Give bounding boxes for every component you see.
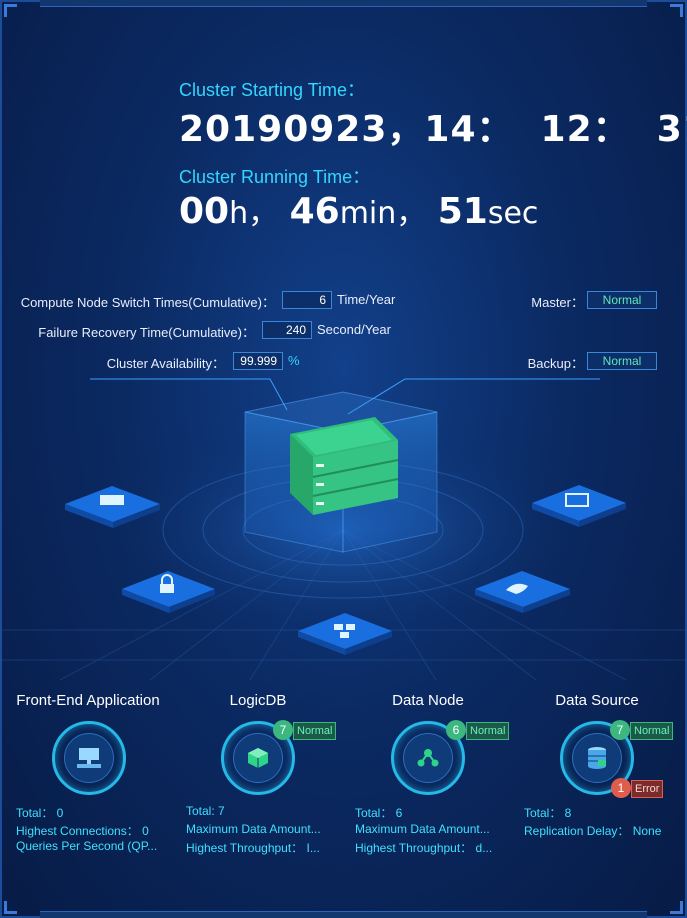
section-title-logicdb: LogicDB <box>229 692 287 709</box>
database-icon <box>572 733 622 783</box>
switch-times-unit: Time/Year <box>337 292 396 307</box>
running-minutes: 46 <box>289 191 340 232</box>
availability-value: 99.999 <box>233 352 283 370</box>
data-source-status-tag: Normal <box>630 722 674 740</box>
monitor-icon <box>64 733 114 783</box>
logicdb-count-badge: 7 <box>273 720 293 740</box>
section-title-data-node: Data Node <box>392 692 464 709</box>
logicdb-max-data: Maximum Data Amount... <box>186 822 321 836</box>
cluster-starting-label: Cluster Starting Time： <box>179 80 366 100</box>
front-end-total: Total： 0 <box>16 806 64 820</box>
data-node-status-tag: Normal <box>466 722 510 740</box>
cluster-running-value: 00h， 46min， 51sec <box>179 188 538 232</box>
data-source-count-badge: 7 <box>610 720 630 740</box>
running-seconds-unit: sec <box>487 196 539 231</box>
data-source-replication-delay: Replication Delay： None <box>524 824 662 838</box>
node-icon <box>403 733 453 783</box>
running-seconds: 51 <box>437 191 488 232</box>
cluster-running-label: Cluster Running Time： <box>179 167 371 187</box>
backup-status: Normal <box>587 352 657 370</box>
cube-icon <box>233 733 283 783</box>
recovery-time-value: 240 <box>262 321 312 339</box>
cluster-starting-value: 20190923，14： 12： 31 <box>179 109 687 150</box>
running-hours-unit: h， <box>229 196 279 231</box>
frame-top-bar <box>40 0 647 7</box>
logicdb-total: Total: 7 <box>186 804 225 818</box>
frame-corner <box>4 901 17 914</box>
data-source-error-tag: Error <box>631 780 664 798</box>
switch-times-value: 6 <box>282 291 332 309</box>
front-end-connections: Highest Connections： 0 <box>16 824 149 838</box>
frame-bottom-bar <box>40 911 647 918</box>
server-stack-icon <box>290 417 399 515</box>
section-title-front-end: Front-End Application <box>16 692 160 709</box>
logicdb-throughput: Highest Throughput： I... <box>186 841 320 855</box>
running-minutes-unit: min， <box>339 196 427 231</box>
master-status: Normal <box>587 291 657 309</box>
section-title-data-source: Data Source <box>555 692 639 709</box>
front-end-ring[interactable] <box>52 721 126 795</box>
frame-corner <box>670 901 683 914</box>
running-hours: 00 <box>179 191 230 232</box>
data-node-throughput: Highest Throughput： d... <box>355 841 493 855</box>
switch-times-label: Compute Node Switch Times(Cumulative)： <box>20 295 275 310</box>
frame-corner <box>4 4 17 17</box>
connector-line-left <box>90 378 288 411</box>
cluster-topology-illustration <box>0 378 687 680</box>
data-source-total: Total： 8 <box>524 806 572 820</box>
availability-unit: % <box>288 353 300 368</box>
front-end-qps: Queries Per Second (QP... <box>16 839 158 853</box>
data-node-total: Total： 6 <box>355 806 403 820</box>
frame-corner <box>670 4 683 17</box>
data-node-max-data: Maximum Data Amount... <box>355 822 490 836</box>
recovery-time-unit: Second/Year <box>317 322 391 337</box>
data-source-error-badge: 1 <box>611 778 631 798</box>
master-label: Master： <box>531 295 584 310</box>
recovery-time-label: Failure Recovery Time(Cumulative)： <box>38 325 255 340</box>
data-node-count-badge: 6 <box>446 720 466 740</box>
logicdb-status-tag: Normal <box>293 722 337 740</box>
